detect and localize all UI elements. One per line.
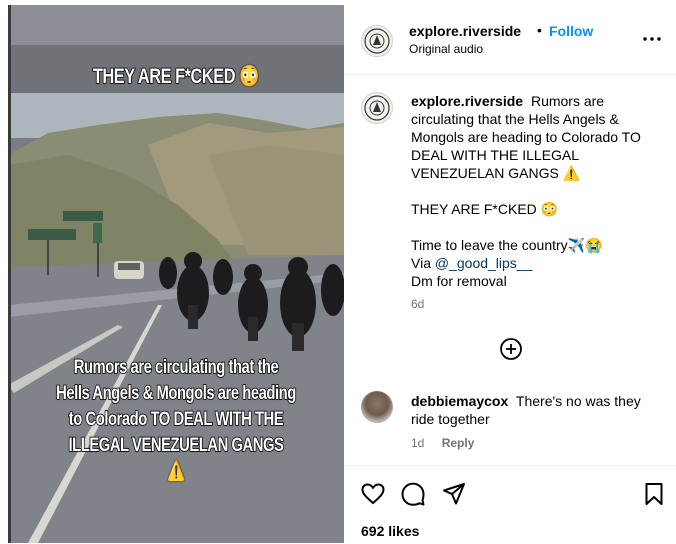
comments-section: explore.riverside Rumors are circulating…	[345, 75, 676, 465]
flushed-face-emoji: 😳	[239, 65, 260, 88]
save-icon[interactable]	[641, 481, 667, 507]
overlay-caption: Rumors are circulating that the Hells An…	[45, 355, 307, 485]
avatar[interactable]	[361, 92, 393, 124]
overlay-line: ILLEGAL VENEZUELAN GANGS ⚠️	[45, 433, 307, 485]
post-author-username[interactable]: explore.riverside	[409, 23, 521, 39]
comment-username[interactable]: debbiemaycox	[411, 393, 508, 409]
avatar[interactable]	[361, 25, 393, 57]
explore-riverside-logo-icon	[364, 95, 390, 121]
overlay-line: to Colorado TO DEAL WITH THE	[68, 408, 284, 431]
like-icon[interactable]	[360, 481, 386, 507]
overlay-headline: THEY ARE F*CKED 😳	[92, 64, 260, 89]
caption-text: Dm for removal	[411, 273, 507, 289]
comment-timestamp[interactable]: 1d	[411, 436, 424, 450]
comment: debbiemaycox There's no was they ride to…	[411, 392, 661, 428]
audio-label[interactable]: Original audio	[409, 42, 483, 56]
warning-emoji: ⚠️	[167, 461, 185, 482]
comment-meta: 1d Reply	[411, 436, 474, 450]
post-caption: explore.riverside Rumors are circulating…	[411, 92, 661, 290]
caption-text: Via	[411, 255, 435, 271]
comment-icon[interactable]	[400, 481, 426, 507]
explore-riverside-logo-icon	[364, 28, 390, 54]
follow-button[interactable]: Follow	[549, 23, 593, 39]
caption-timestamp[interactable]: 6d	[411, 297, 424, 311]
reply-button[interactable]: Reply	[442, 436, 475, 450]
caption-text: Time to leave the country✈️😭	[411, 237, 603, 253]
share-icon[interactable]	[441, 481, 467, 507]
separator-dot: •	[537, 22, 542, 38]
action-bar: 692 likes	[345, 465, 676, 544]
post-media[interactable]: THEY ARE F*CKED 😳 Rumors are circulating…	[8, 5, 344, 543]
post-header: explore.riverside • Follow Original audi…	[345, 5, 676, 75]
mention-link[interactable]: @_good_lips__	[435, 255, 533, 271]
more-options-icon[interactable]	[641, 29, 663, 49]
overlay-line: Rumors are circulating that the	[73, 356, 279, 379]
overlay-line: Hells Angels & Mongols are heading	[56, 382, 297, 405]
likes-count[interactable]: 692 likes	[361, 523, 419, 539]
caption-text: THEY ARE F*CKED 😳	[411, 201, 559, 217]
caption-username[interactable]: explore.riverside	[411, 93, 523, 109]
avatar[interactable]	[361, 391, 393, 423]
add-comment-icon[interactable]	[500, 338, 522, 360]
